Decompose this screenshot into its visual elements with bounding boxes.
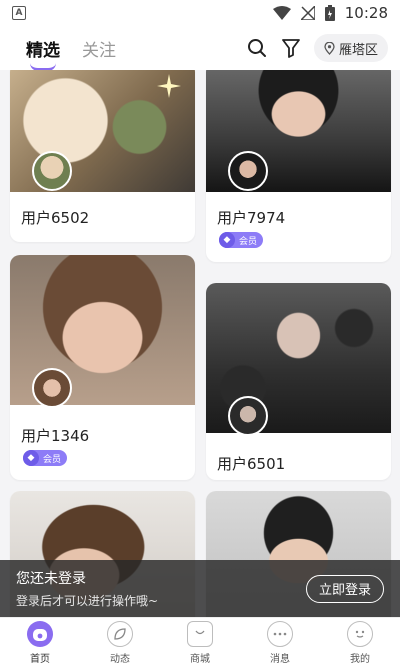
home-icon [27, 620, 53, 647]
filter-icon [282, 39, 300, 58]
profile-face-icon [347, 620, 373, 647]
vip-label: 会员 [43, 454, 62, 465]
user-card[interactable]: 用户7974 ◆ 会员 [206, 70, 391, 262]
nav-label-home: 首页 [30, 653, 50, 665]
leaf-icon [107, 620, 133, 647]
search-button[interactable] [246, 37, 268, 59]
location-label: 雁塔区 [338, 42, 378, 58]
user-name: 用户6501 [217, 455, 286, 473]
user-name: 用户1346 [21, 427, 90, 445]
filter-button[interactable] [280, 37, 302, 59]
nav-label-profile: 我的 [350, 653, 370, 665]
avatar[interactable] [228, 151, 268, 191]
shop-bag-icon [187, 620, 213, 647]
tab-following-label: 关注 [82, 40, 116, 61]
nav-item-profile[interactable]: 我的 [325, 620, 395, 665]
vip-label: 会员 [239, 236, 258, 247]
location-selector[interactable]: 雁塔区 [313, 34, 388, 62]
location-pin-icon [324, 41, 335, 55]
status-bar: A 10:28 [0, 0, 400, 26]
user-card[interactable]: 用户6501 [206, 283, 391, 480]
wifi-icon [272, 6, 291, 20]
status-time: 10:28 [344, 4, 388, 22]
tab-featured[interactable]: 精选 [26, 36, 60, 71]
battery-icon [324, 5, 335, 21]
tab-following[interactable]: 关注 [82, 36, 116, 61]
top-header: 精选 关注 雁塔区 [0, 26, 400, 71]
nav-item-messages[interactable]: 消息 [245, 620, 315, 665]
login-prompt-subtitle: 登录后才可以进行操作哦~ [16, 594, 159, 608]
nav-item-moments[interactable]: 动态 [85, 620, 155, 665]
diamond-icon: ◆ [23, 450, 39, 466]
user-feed[interactable]: 用户6502 用户7974 ◆ 会员 用户1346 ◆ 会员 用户6501 [0, 70, 400, 617]
notification-a-icon: A [12, 6, 26, 20]
login-prompt-title: 您还未登录 [16, 571, 86, 587]
chat-bubble-icon [267, 620, 293, 647]
nav-label-messages: 消息 [270, 653, 290, 665]
vip-badge: ◆ 会员 [219, 232, 264, 248]
user-name: 用户7974 [217, 209, 286, 227]
avatar[interactable] [32, 151, 72, 191]
user-name: 用户6502 [21, 209, 90, 227]
nav-item-shop[interactable]: 商城 [165, 620, 235, 665]
login-now-button[interactable]: 立即登录 [305, 574, 384, 603]
avatar[interactable] [228, 396, 268, 436]
search-icon [247, 39, 266, 57]
bottom-nav: 首页 动态 商城 消息 我的 [0, 617, 400, 667]
nav-label-shop: 商城 [190, 653, 210, 665]
login-prompt-banner: 您还未登录 登录后才可以进行操作哦~ 立即登录 [0, 560, 400, 617]
user-card[interactable]: 用户1346 ◆ 会员 [10, 255, 195, 480]
diamond-icon: ◆ [219, 232, 235, 248]
vip-badge: ◆ 会员 [23, 450, 68, 466]
nav-label-moments: 动态 [110, 653, 130, 665]
sparkle-icon [157, 74, 181, 98]
nav-item-home[interactable]: 首页 [5, 620, 75, 665]
no-signal-icon [300, 6, 315, 20]
tab-featured-label: 精选 [26, 40, 60, 61]
avatar[interactable] [32, 368, 72, 408]
user-card[interactable]: 用户6502 [10, 70, 195, 242]
